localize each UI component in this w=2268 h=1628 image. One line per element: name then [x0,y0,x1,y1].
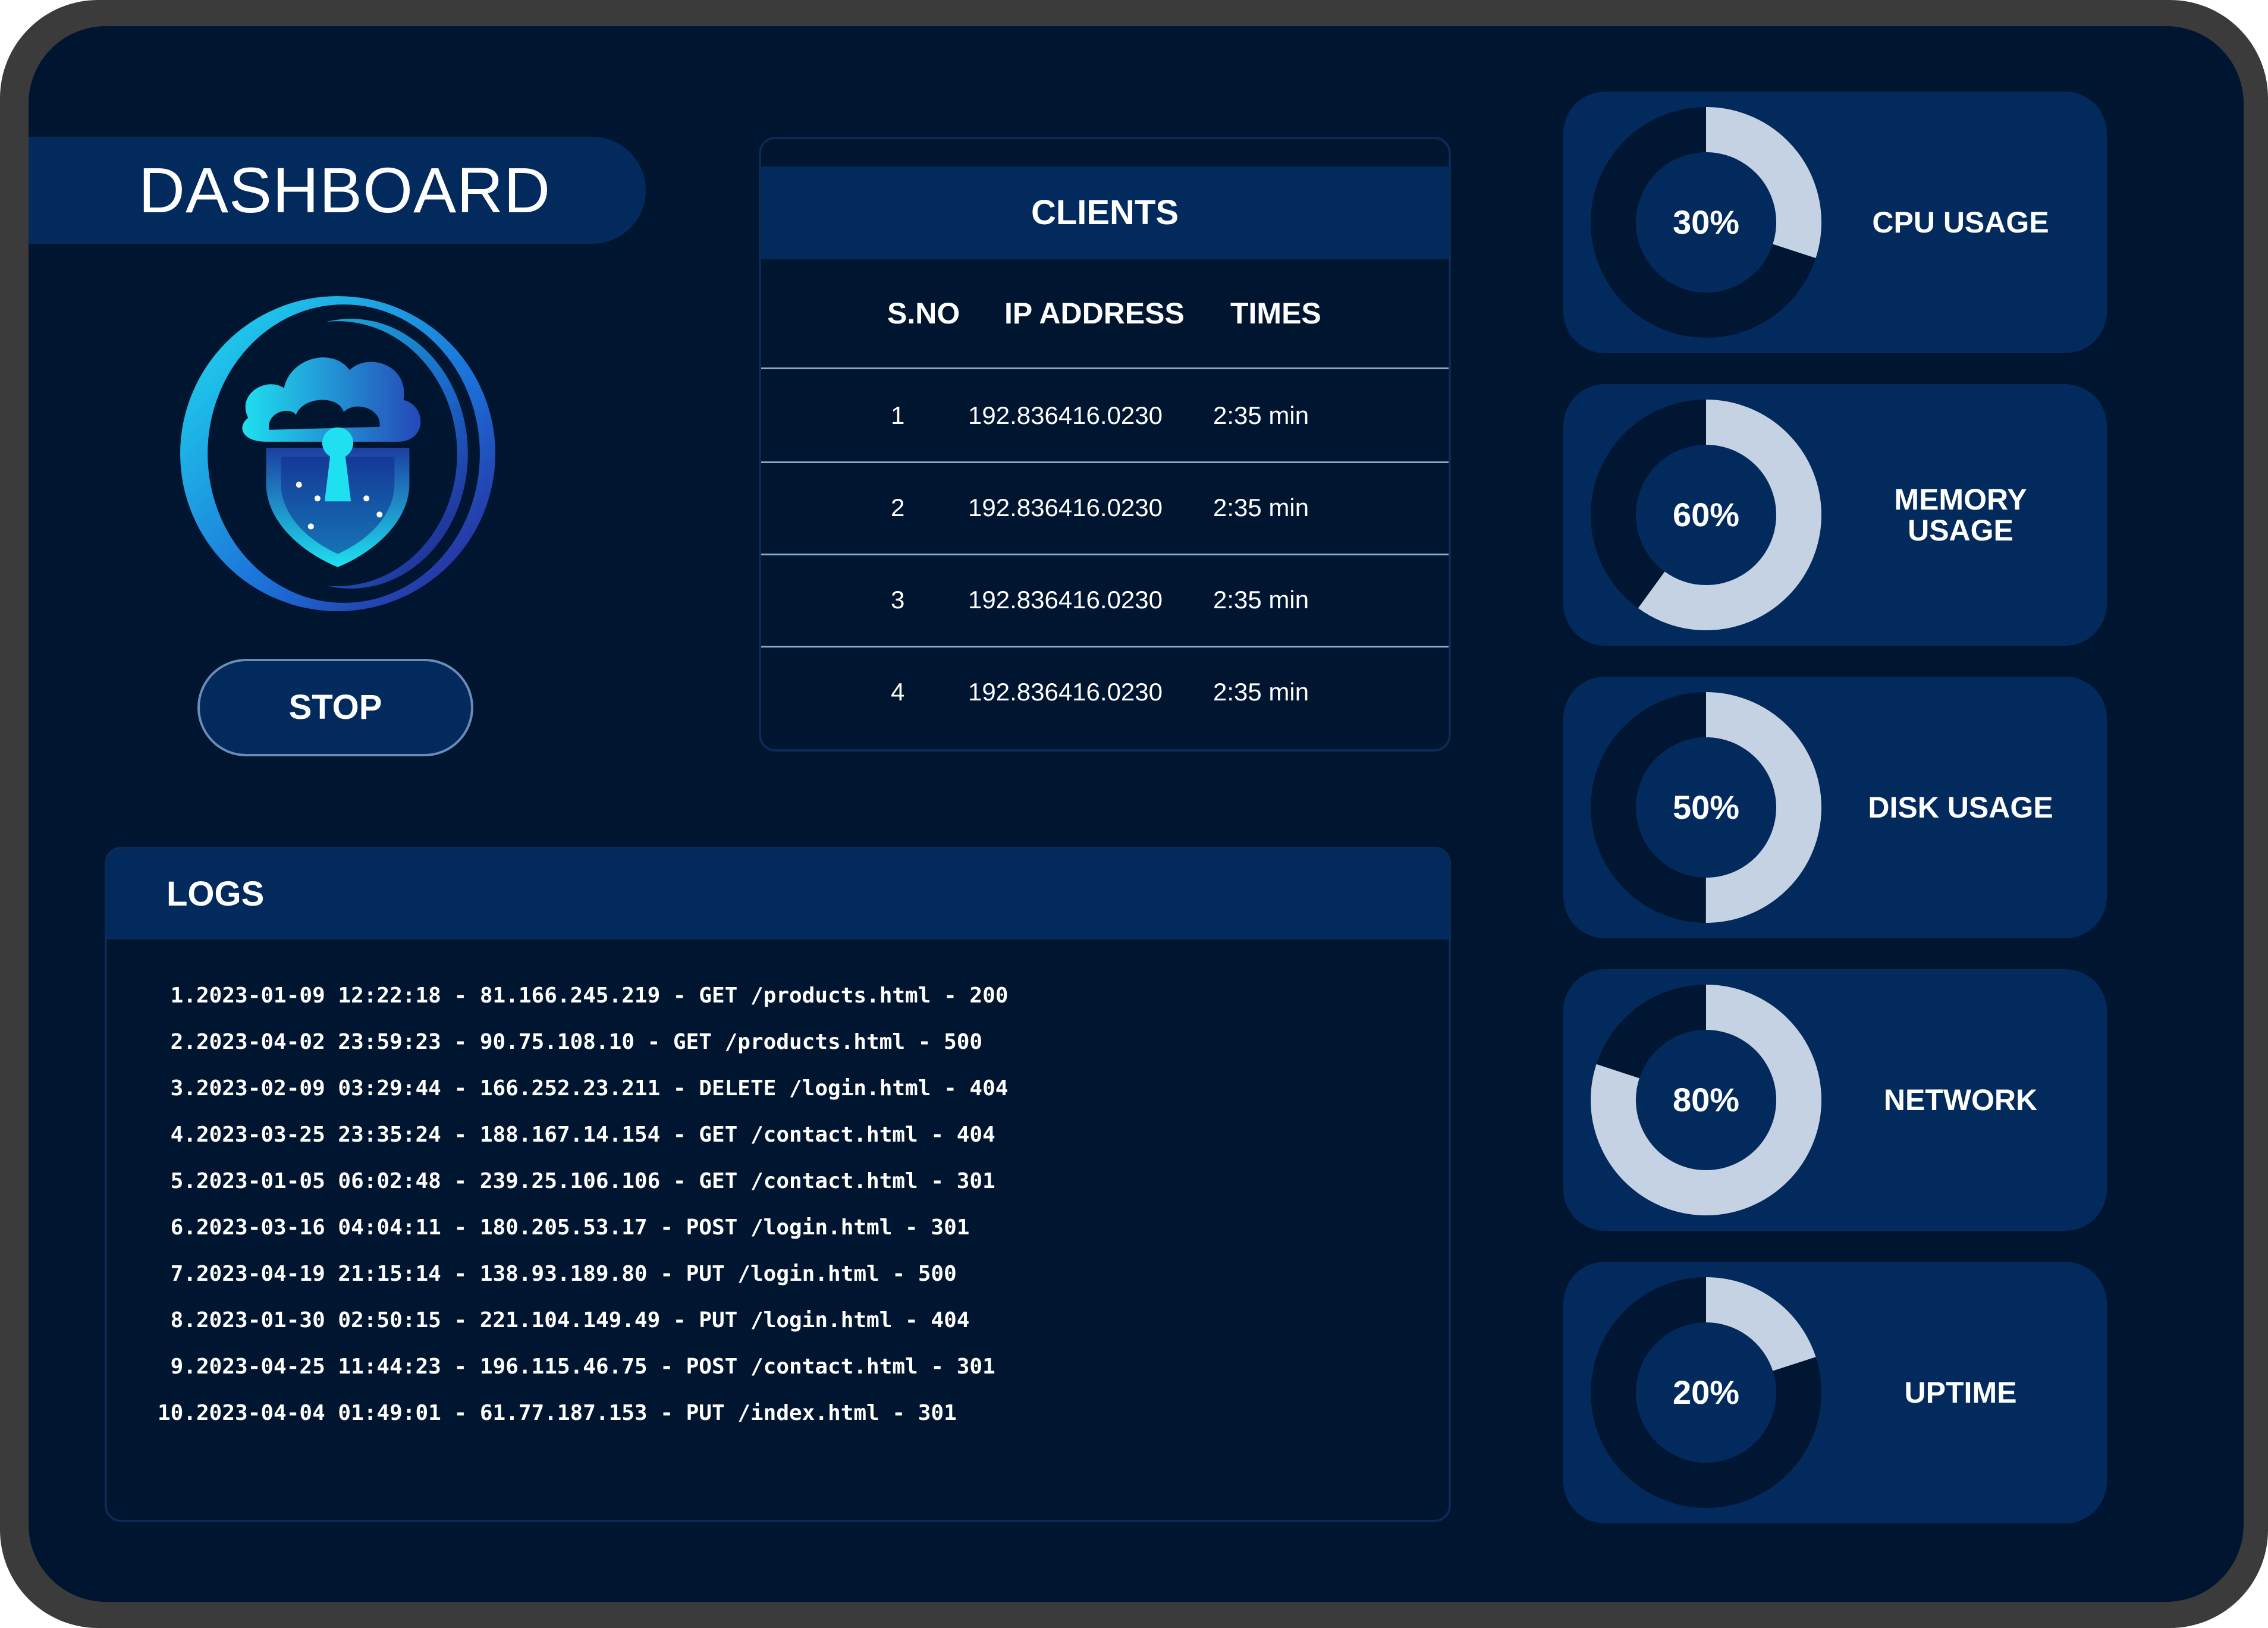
dashboard-screen: DASHBOARD STOP CLIENTS S.NO IP ADDRESS T… [29,26,2244,1602]
cell-ip: 192.836416.0230 [968,494,1163,521]
log-entry-text: 2023-03-16 04:04:11 - 180.205.53.17 - PO… [196,1215,970,1240]
cloud-shield-keyhole-icon [180,296,495,611]
stop-button[interactable]: STOP [197,659,473,756]
log-entry-text: 2023-04-25 11:44:23 - 196.115.46.75 - PO… [196,1354,995,1379]
log-entry-text: 2023-01-05 06:02:48 - 239.25.106.106 - G… [196,1169,995,1193]
log-entry: 3.2023-02-09 03:29:44 - 166.252.23.211 -… [170,1076,1009,1101]
column-header-sno: S.NO [887,297,960,330]
log-entry: 8.2023-01-30 02:50:15 - 221.104.149.49 -… [170,1308,970,1332]
cell-time: 2:35 min [1213,678,1309,706]
cell-time: 2:35 min [1213,494,1309,521]
table-row[interactable]: 2 192.836416.0230 2:35 min [761,461,1449,555]
table-row[interactable]: 4 192.836416.0230 2:35 min [761,646,1449,738]
log-entry-text: 2023-01-09 12:22:18 - 81.166.245.219 - G… [196,983,1009,1008]
log-entry-text: 2023-04-02 23:59:23 - 90.75.108.10 - GET… [196,1030,983,1054]
gauge-percent: 80% [1672,1081,1740,1118]
gauge-uptime: 20% UPTIME [1563,1262,2107,1523]
log-entry: 6.2023-03-16 04:04:11 - 180.205.53.17 - … [170,1215,970,1240]
gauge-disk-usage: 50% DISK USAGE [1563,677,2107,938]
log-entry: 7.2023-04-19 21:15:14 - 138.93.189.80 - … [170,1262,957,1286]
cell-ip: 192.836416.0230 [968,401,1163,429]
log-entry-text: 2023-04-04 01:49:01 - 61.77.187.153 - PU… [196,1401,957,1425]
logs-list: 1.2023-01-09 12:22:18 - 81.166.245.219 -… [107,973,1008,1437]
clients-title: CLIENTS [761,166,1449,259]
gauge-label: MEMORY USAGE [1894,483,2027,547]
log-entry-text: 2023-04-19 21:15:14 - 138.93.189.80 - PU… [196,1262,957,1286]
log-entry: 1.2023-01-09 12:22:18 - 81.166.245.219 -… [170,983,1009,1008]
gauge-label: UPTIME [1904,1376,2017,1409]
log-entry-text: 2023-03-25 23:35:24 - 188.167.14.154 - G… [196,1123,995,1147]
page-title: DASHBOARD [139,154,551,226]
logs-title: LOGS [167,875,265,913]
log-entry: 9.2023-04-25 11:44:23 - 196.115.46.75 - … [170,1354,995,1379]
column-header-ip: IP ADDRESS [1004,297,1185,330]
cell-time: 2:35 min [1213,586,1309,614]
cell-sno: 4 [891,678,905,706]
clients-header-row: S.NO IP ADDRESS TIMES [761,259,1449,369]
gauge-label: DISK USAGE [1868,791,2053,824]
log-entry: 5.2023-01-05 06:02:48 - 239.25.106.106 -… [170,1169,995,1193]
gauge-percent: 60% [1672,496,1740,533]
cell-time: 2:35 min [1213,401,1309,429]
cell-ip: 192.836416.0230 [968,678,1163,706]
gauge-label: CPU USAGE [1872,206,2049,239]
gauge-label: NETWORK [1883,1083,2038,1117]
column-header-times: TIMES [1230,297,1321,330]
log-entry: 2.2023-04-02 23:59:23 - 90.75.108.10 - G… [170,1030,983,1054]
cell-sno: 2 [891,494,905,521]
logs-header: LOGS [107,849,1449,939]
log-entry: 10.2023-04-04 01:49:01 - 61.77.187.153 -… [157,1401,957,1425]
gauge-network: 80% NETWORK [1563,969,2107,1231]
log-entry: 4.2023-03-25 23:35:24 - 188.167.14.154 -… [170,1123,995,1147]
title-banner: DASHBOARD [29,137,646,244]
table-row[interactable]: 3 192.836416.0230 2:35 min [761,554,1449,648]
device-frame: DASHBOARD STOP CLIENTS S.NO IP ADDRESS T… [0,0,2268,1628]
table-row[interactable]: 1 192.836416.0230 2:35 min [761,369,1449,463]
gauge-percent: 30% [1672,203,1740,241]
gauge-memory-usage: 60% MEMORY USAGE [1563,384,2107,646]
gauge-cpu-usage: 30% CPU USAGE [1563,92,2107,353]
gauge-percent: 50% [1672,788,1740,826]
cell-sno: 3 [891,586,905,614]
cell-sno: 1 [891,401,905,429]
cell-ip: 192.836416.0230 [968,586,1163,614]
gauge-percent: 20% [1672,1374,1740,1411]
log-entry-text: 2023-02-09 03:29:44 - 166.252.23.211 - D… [196,1076,1009,1101]
clients-table: CLIENTS S.NO IP ADDRESS TIMES 1 192.8364… [759,137,1451,752]
logs-panel: LOGS 1.2023-01-09 12:22:18 - 81.166.245.… [105,847,1451,1522]
log-entry-text: 2023-01-30 02:50:15 - 221.104.149.49 - P… [196,1308,970,1332]
